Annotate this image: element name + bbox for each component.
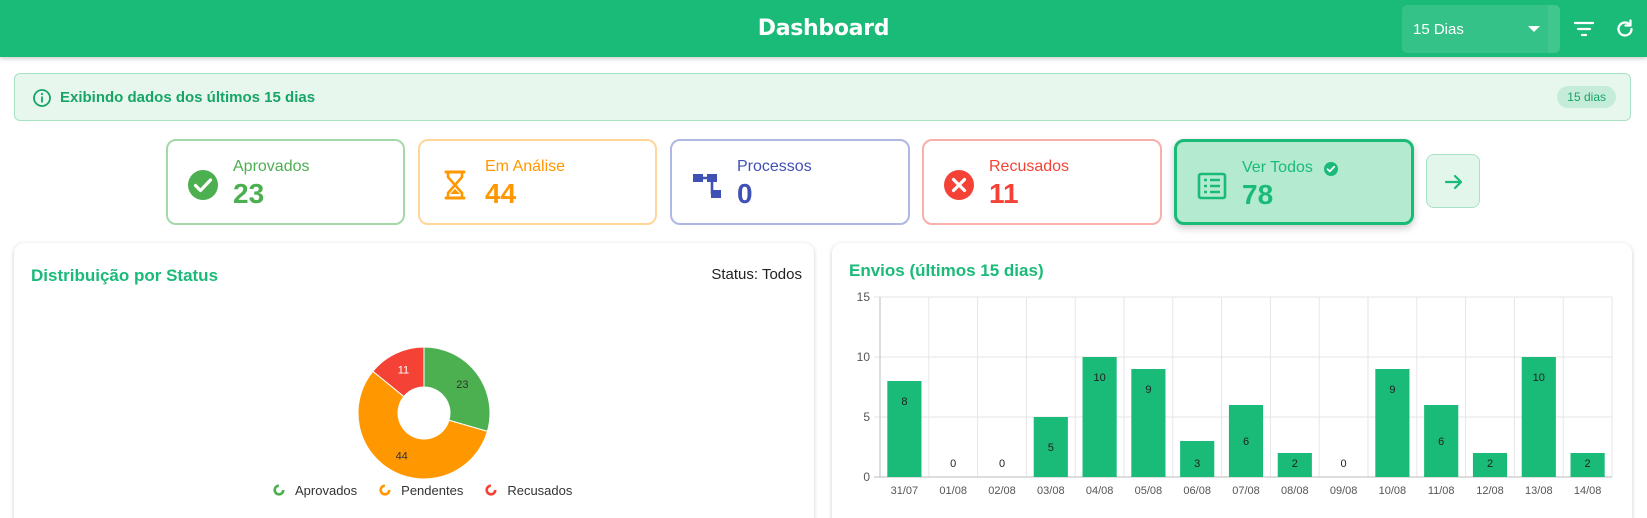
slice-value-label: 23 [456, 379, 468, 391]
card-value: 78 [1242, 179, 1274, 210]
x-tick-label: 06/08 [1183, 485, 1211, 497]
legend-label: Pendentes [401, 483, 464, 498]
period-select-value: 15 Dias [1413, 21, 1464, 38]
info-banner: Exibindo dados dos últimos 15 dias 15 di… [14, 73, 1631, 121]
x-tick-label: 14/08 [1574, 485, 1602, 497]
bar-value-label: 2 [1292, 458, 1298, 470]
card-value: 11 [989, 178, 1019, 209]
legend-item[interactable]: Aprovados [273, 483, 357, 498]
refresh-icon[interactable] [1613, 17, 1637, 41]
y-tick-label: 15 [857, 290, 871, 304]
bar-value-label: 9 [1145, 384, 1151, 396]
verified-check-icon [1324, 162, 1338, 176]
period-badge: 15 dias [1557, 86, 1616, 108]
x-tick-label: 01/08 [939, 485, 967, 497]
chart-legend: Aprovados Pendentes Recusados [273, 483, 594, 498]
card-ver-todos[interactable]: Ver Todos 78 [1174, 139, 1414, 225]
page-title: Dashboard [757, 16, 890, 41]
cancel-circle-icon [942, 168, 976, 202]
bar-value-label: 2 [1585, 458, 1591, 470]
next-button[interactable] [1426, 154, 1480, 208]
panel-title: Distribuição por Status [31, 266, 219, 285]
bar-value-label: 0 [1341, 458, 1347, 470]
status-distribution-panel: Distribuição por Status Status: Todos 23… [14, 243, 814, 518]
arrow-right-icon [1444, 174, 1463, 190]
card-value: 23 [233, 178, 265, 209]
card-aprovados[interactable]: Aprovados 23 [166, 139, 405, 225]
x-tick-label: 13/08 [1525, 485, 1553, 497]
bar-value-label: 0 [999, 458, 1005, 470]
bar-value-label: 8 [901, 396, 907, 408]
workflow-icon [690, 168, 724, 202]
card-processos[interactable]: Processos 0 [670, 139, 910, 225]
x-tick-label: 31/07 [891, 485, 919, 497]
x-tick-label: 02/08 [988, 485, 1016, 497]
bar-value-label: 0 [950, 458, 956, 470]
x-tick-label: 07/08 [1232, 485, 1260, 497]
slice-value-label: 11 [398, 365, 409, 377]
legend-label: Aprovados [295, 483, 358, 498]
top-app-bar: Dashboard 15 Dias [0, 0, 1647, 57]
bar-value-label: 5 [1048, 442, 1054, 454]
card-label: Ver Todos [1242, 159, 1313, 176]
card-label: Em Análise [485, 158, 566, 175]
legend-marker-icon [273, 484, 285, 496]
x-tick-label: 05/08 [1135, 485, 1163, 497]
envios-panel: Envios (últimos 15 dias) 0 5 10 15 8 31/07 0 01… [832, 243, 1632, 518]
x-tick-label: 04/08 [1086, 485, 1114, 497]
info-text: Exibindo dados dos últimos 15 dias [60, 89, 316, 106]
bar-value-label: 10 [1093, 372, 1105, 384]
legend-item[interactable]: Pendentes [379, 483, 463, 498]
legend-item[interactable]: Recusados [485, 483, 572, 498]
bar-value-label: 9 [1389, 384, 1395, 396]
status-filter-text: Status: Todos [711, 266, 802, 283]
card-label: Recusados [989, 158, 1070, 175]
card-label: Aprovados [233, 158, 310, 175]
legend-marker-icon [485, 484, 497, 496]
bar-value-label: 2 [1487, 458, 1493, 470]
card-em-analise[interactable]: Em Análise 44 [418, 139, 657, 225]
card-recusados[interactable]: Recusados 11 [922, 139, 1162, 225]
bar-value-label: 6 [1243, 436, 1249, 448]
period-select[interactable]: 15 Dias [1402, 5, 1560, 53]
y-tick-label: 10 [857, 350, 871, 364]
card-value: 44 [485, 178, 517, 209]
legend-marker-icon [379, 484, 391, 496]
info-icon [33, 89, 51, 107]
x-tick-label: 10/08 [1379, 485, 1407, 497]
x-tick-label: 03/08 [1037, 485, 1065, 497]
list-icon [1195, 169, 1229, 203]
bar-value-label: 3 [1194, 458, 1200, 470]
x-tick-label: 11/08 [1428, 485, 1455, 497]
card-value: 0 [737, 178, 753, 209]
bar-value-label: 6 [1438, 436, 1444, 448]
check-circle-icon [186, 168, 220, 202]
x-tick-label: 12/08 [1476, 485, 1504, 497]
y-tick-label: 0 [863, 470, 870, 484]
bar-chart: 0 5 10 15 8 31/07 0 01/08 0 02/08 5 03/08 10 04/08 9 05… [857, 290, 1613, 497]
bar-value-label: 10 [1533, 372, 1545, 384]
slice-value-label: 44 [396, 451, 408, 463]
y-tick-label: 5 [863, 410, 870, 424]
filter-icon[interactable] [1572, 17, 1596, 41]
legend-label: Recusados [507, 483, 573, 498]
x-tick-label: 09/08 [1330, 485, 1358, 497]
card-label: Processos [737, 158, 812, 175]
chevron-down-icon [1528, 26, 1540, 32]
x-tick-label: 08/08 [1281, 485, 1309, 497]
hourglass-icon [438, 168, 472, 202]
